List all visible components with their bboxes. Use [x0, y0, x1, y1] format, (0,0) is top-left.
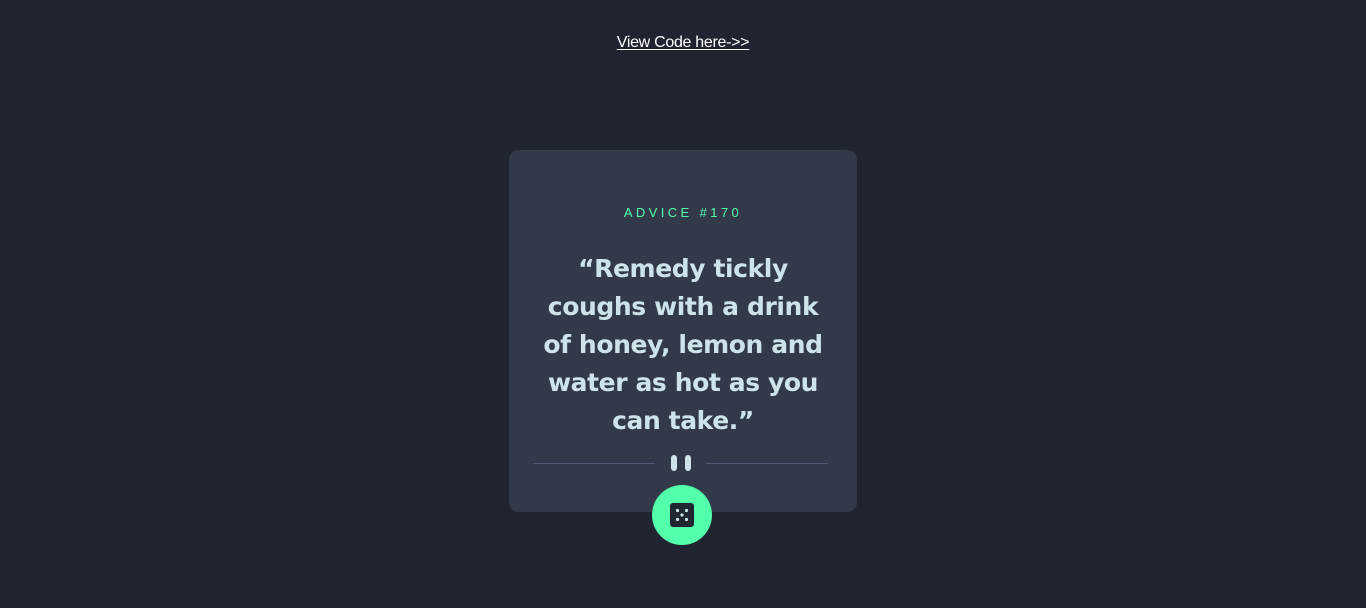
advice-id: ADVICE #170 [623, 205, 743, 220]
new-advice-dice-button[interactable] [652, 485, 712, 545]
view-code-link-container: View Code here->> [0, 32, 1366, 54]
advice-quote: “Remedy tickly coughs with a drink of ho… [543, 254, 823, 435]
divider-line-right [706, 463, 828, 464]
dice-icon [670, 503, 694, 527]
divider-line-left [533, 463, 655, 464]
pause-divider-icon [671, 455, 692, 471]
pause-bar-right [685, 455, 691, 471]
pattern-divider [533, 454, 828, 472]
view-code-link[interactable]: View Code here->> [617, 34, 750, 51]
advice-card: ADVICE #170 “Remedy tickly coughs with a… [509, 150, 857, 545]
pause-bar-left [671, 455, 677, 471]
